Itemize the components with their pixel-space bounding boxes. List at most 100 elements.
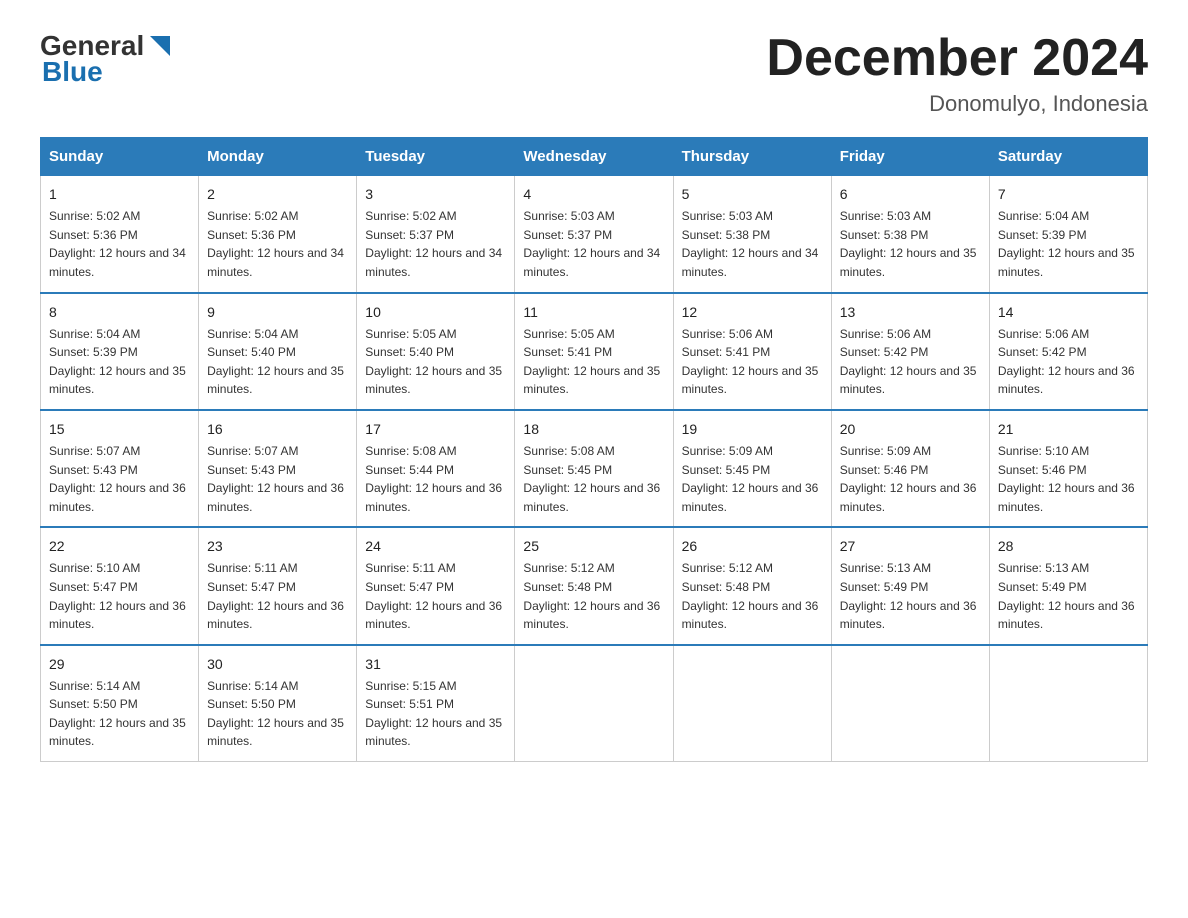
day-info: Sunrise: 5:05 AMSunset: 5:40 PMDaylight:… (365, 325, 506, 399)
page-header: General Blue December 2024 Donomulyo, In… (40, 30, 1148, 117)
day-info: Sunrise: 5:02 AMSunset: 5:36 PMDaylight:… (207, 207, 348, 281)
day-number: 7 (998, 184, 1139, 205)
day-number: 11 (523, 302, 664, 323)
calendar-header-row: SundayMondayTuesdayWednesdayThursdayFrid… (41, 138, 1148, 176)
calendar-day-cell: 30 Sunrise: 5:14 AMSunset: 5:50 PMDaylig… (199, 645, 357, 762)
day-number: 15 (49, 419, 190, 440)
calendar-day-cell: 8 Sunrise: 5:04 AMSunset: 5:39 PMDayligh… (41, 293, 199, 410)
day-info: Sunrise: 5:12 AMSunset: 5:48 PMDaylight:… (682, 559, 823, 633)
day-of-week-header: Wednesday (515, 138, 673, 176)
day-number: 18 (523, 419, 664, 440)
day-info: Sunrise: 5:04 AMSunset: 5:39 PMDaylight:… (998, 207, 1139, 281)
calendar-day-cell: 18 Sunrise: 5:08 AMSunset: 5:45 PMDaylig… (515, 410, 673, 527)
title-block: December 2024 Donomulyo, Indonesia (766, 30, 1148, 117)
calendar-day-cell: 19 Sunrise: 5:09 AMSunset: 5:45 PMDaylig… (673, 410, 831, 527)
day-info: Sunrise: 5:05 AMSunset: 5:41 PMDaylight:… (523, 325, 664, 399)
day-info: Sunrise: 5:03 AMSunset: 5:38 PMDaylight:… (682, 207, 823, 281)
day-number: 23 (207, 536, 348, 557)
calendar-day-cell: 11 Sunrise: 5:05 AMSunset: 5:41 PMDaylig… (515, 293, 673, 410)
day-number: 21 (998, 419, 1139, 440)
day-info: Sunrise: 5:10 AMSunset: 5:47 PMDaylight:… (49, 559, 190, 633)
day-number: 9 (207, 302, 348, 323)
day-number: 27 (840, 536, 981, 557)
calendar-day-cell: 23 Sunrise: 5:11 AMSunset: 5:47 PMDaylig… (199, 527, 357, 644)
day-number: 22 (49, 536, 190, 557)
day-number: 1 (49, 184, 190, 205)
calendar-day-cell: 14 Sunrise: 5:06 AMSunset: 5:42 PMDaylig… (989, 293, 1147, 410)
day-number: 5 (682, 184, 823, 205)
day-number: 20 (840, 419, 981, 440)
day-number: 17 (365, 419, 506, 440)
day-info: Sunrise: 5:08 AMSunset: 5:45 PMDaylight:… (523, 442, 664, 516)
day-number: 12 (682, 302, 823, 323)
calendar-day-cell: 3 Sunrise: 5:02 AMSunset: 5:37 PMDayligh… (357, 176, 515, 293)
calendar-day-cell: 22 Sunrise: 5:10 AMSunset: 5:47 PMDaylig… (41, 527, 199, 644)
logo: General Blue (40, 30, 174, 88)
calendar-title: December 2024 (766, 30, 1148, 87)
day-number: 3 (365, 184, 506, 205)
day-of-week-header: Sunday (41, 138, 199, 176)
day-info: Sunrise: 5:03 AMSunset: 5:38 PMDaylight:… (840, 207, 981, 281)
day-info: Sunrise: 5:02 AMSunset: 5:36 PMDaylight:… (49, 207, 190, 281)
day-of-week-header: Saturday (989, 138, 1147, 176)
calendar-week-row: 1 Sunrise: 5:02 AMSunset: 5:36 PMDayligh… (41, 176, 1148, 293)
day-of-week-header: Monday (199, 138, 357, 176)
calendar-table: SundayMondayTuesdayWednesdayThursdayFrid… (40, 137, 1148, 762)
calendar-week-row: 22 Sunrise: 5:10 AMSunset: 5:47 PMDaylig… (41, 527, 1148, 644)
day-number: 4 (523, 184, 664, 205)
calendar-day-cell (673, 645, 831, 762)
day-info: Sunrise: 5:08 AMSunset: 5:44 PMDaylight:… (365, 442, 506, 516)
day-info: Sunrise: 5:10 AMSunset: 5:46 PMDaylight:… (998, 442, 1139, 516)
day-info: Sunrise: 5:06 AMSunset: 5:41 PMDaylight:… (682, 325, 823, 399)
calendar-week-row: 15 Sunrise: 5:07 AMSunset: 5:43 PMDaylig… (41, 410, 1148, 527)
calendar-day-cell: 2 Sunrise: 5:02 AMSunset: 5:36 PMDayligh… (199, 176, 357, 293)
calendar-day-cell: 9 Sunrise: 5:04 AMSunset: 5:40 PMDayligh… (199, 293, 357, 410)
day-number: 24 (365, 536, 506, 557)
calendar-day-cell: 5 Sunrise: 5:03 AMSunset: 5:38 PMDayligh… (673, 176, 831, 293)
day-number: 10 (365, 302, 506, 323)
day-number: 16 (207, 419, 348, 440)
calendar-day-cell: 16 Sunrise: 5:07 AMSunset: 5:43 PMDaylig… (199, 410, 357, 527)
calendar-day-cell: 26 Sunrise: 5:12 AMSunset: 5:48 PMDaylig… (673, 527, 831, 644)
day-number: 29 (49, 654, 190, 675)
day-info: Sunrise: 5:03 AMSunset: 5:37 PMDaylight:… (523, 207, 664, 281)
day-info: Sunrise: 5:07 AMSunset: 5:43 PMDaylight:… (207, 442, 348, 516)
day-info: Sunrise: 5:06 AMSunset: 5:42 PMDaylight:… (840, 325, 981, 399)
calendar-day-cell: 1 Sunrise: 5:02 AMSunset: 5:36 PMDayligh… (41, 176, 199, 293)
day-of-week-header: Friday (831, 138, 989, 176)
calendar-day-cell (515, 645, 673, 762)
calendar-day-cell: 31 Sunrise: 5:15 AMSunset: 5:51 PMDaylig… (357, 645, 515, 762)
calendar-day-cell: 17 Sunrise: 5:08 AMSunset: 5:44 PMDaylig… (357, 410, 515, 527)
day-info: Sunrise: 5:15 AMSunset: 5:51 PMDaylight:… (365, 677, 506, 751)
calendar-day-cell: 6 Sunrise: 5:03 AMSunset: 5:38 PMDayligh… (831, 176, 989, 293)
day-number: 13 (840, 302, 981, 323)
day-info: Sunrise: 5:02 AMSunset: 5:37 PMDaylight:… (365, 207, 506, 281)
calendar-day-cell: 10 Sunrise: 5:05 AMSunset: 5:40 PMDaylig… (357, 293, 515, 410)
day-number: 31 (365, 654, 506, 675)
calendar-day-cell (831, 645, 989, 762)
day-of-week-header: Thursday (673, 138, 831, 176)
day-number: 28 (998, 536, 1139, 557)
calendar-subtitle: Donomulyo, Indonesia (766, 91, 1148, 117)
calendar-week-row: 8 Sunrise: 5:04 AMSunset: 5:39 PMDayligh… (41, 293, 1148, 410)
day-info: Sunrise: 5:04 AMSunset: 5:40 PMDaylight:… (207, 325, 348, 399)
day-info: Sunrise: 5:13 AMSunset: 5:49 PMDaylight:… (840, 559, 981, 633)
day-number: 30 (207, 654, 348, 675)
day-info: Sunrise: 5:11 AMSunset: 5:47 PMDaylight:… (365, 559, 506, 633)
day-number: 6 (840, 184, 981, 205)
calendar-day-cell: 27 Sunrise: 5:13 AMSunset: 5:49 PMDaylig… (831, 527, 989, 644)
calendar-day-cell: 20 Sunrise: 5:09 AMSunset: 5:46 PMDaylig… (831, 410, 989, 527)
day-number: 26 (682, 536, 823, 557)
calendar-day-cell: 24 Sunrise: 5:11 AMSunset: 5:47 PMDaylig… (357, 527, 515, 644)
day-info: Sunrise: 5:07 AMSunset: 5:43 PMDaylight:… (49, 442, 190, 516)
calendar-day-cell: 12 Sunrise: 5:06 AMSunset: 5:41 PMDaylig… (673, 293, 831, 410)
day-number: 25 (523, 536, 664, 557)
logo-text-blue: Blue (42, 56, 103, 88)
day-info: Sunrise: 5:11 AMSunset: 5:47 PMDaylight:… (207, 559, 348, 633)
day-info: Sunrise: 5:09 AMSunset: 5:46 PMDaylight:… (840, 442, 981, 516)
calendar-day-cell: 29 Sunrise: 5:14 AMSunset: 5:50 PMDaylig… (41, 645, 199, 762)
logo-triangle-icon (146, 32, 174, 60)
calendar-day-cell: 21 Sunrise: 5:10 AMSunset: 5:46 PMDaylig… (989, 410, 1147, 527)
day-number: 14 (998, 302, 1139, 323)
day-info: Sunrise: 5:13 AMSunset: 5:49 PMDaylight:… (998, 559, 1139, 633)
